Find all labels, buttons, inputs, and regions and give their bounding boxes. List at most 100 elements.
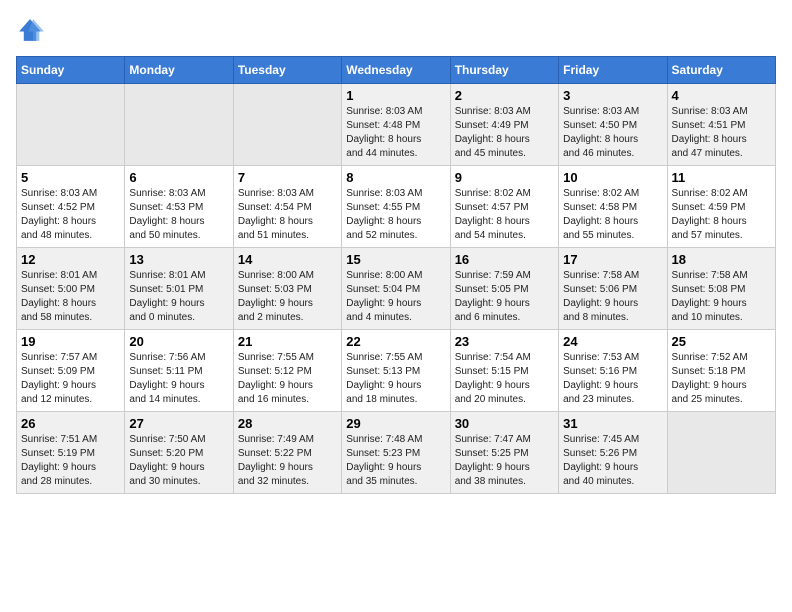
day-number: 12 bbox=[21, 252, 120, 267]
calendar-cell: 24 Sunrise: 7:53 AM Sunset: 5:16 PM Dayli… bbox=[559, 330, 667, 412]
calendar-cell: 12 Sunrise: 8:01 AM Sunset: 5:00 PM Dayli… bbox=[17, 248, 125, 330]
calendar-cell: 26 Sunrise: 7:51 AM Sunset: 5:19 PM Dayli… bbox=[17, 412, 125, 494]
day-info: Sunrise: 8:02 AM Sunset: 4:59 PM Dayligh… bbox=[672, 187, 771, 243]
day-number: 3 bbox=[563, 88, 662, 103]
day-info: Sunrise: 8:01 AM Sunset: 5:01 PM Dayligh… bbox=[129, 269, 228, 325]
day-number: 16 bbox=[455, 252, 554, 267]
calendar-cell: 23 Sunrise: 7:54 AM Sunset: 5:15 PM Dayli… bbox=[450, 330, 558, 412]
calendar-header-row: SundayMondayTuesdayWednesdayThursdayFrid… bbox=[17, 57, 776, 84]
calendar-week-row: 19 Sunrise: 7:57 AM Sunset: 5:09 PM Dayli… bbox=[17, 330, 776, 412]
day-info: Sunrise: 7:49 AM Sunset: 5:22 PM Dayligh… bbox=[238, 433, 337, 489]
day-number: 28 bbox=[238, 416, 337, 431]
calendar-cell: 5 Sunrise: 8:03 AM Sunset: 4:52 PM Daylig… bbox=[17, 166, 125, 248]
day-info: Sunrise: 7:48 AM Sunset: 5:23 PM Dayligh… bbox=[346, 433, 445, 489]
day-number: 15 bbox=[346, 252, 445, 267]
calendar-cell: 30Sunrise: 7:47 AM Sunset: 5:25 PM Dayli… bbox=[450, 412, 558, 494]
calendar-cell bbox=[17, 84, 125, 166]
logo bbox=[16, 16, 48, 44]
day-info: Sunrise: 7:50 AM Sunset: 5:20 PM Dayligh… bbox=[129, 433, 228, 489]
day-number: 18 bbox=[672, 252, 771, 267]
day-info: Sunrise: 7:53 AM Sunset: 5:16 PM Dayligh… bbox=[563, 351, 662, 407]
day-number: 11 bbox=[672, 170, 771, 185]
day-number: 25 bbox=[672, 334, 771, 349]
day-number: 9 bbox=[455, 170, 554, 185]
calendar-week-row: 12 Sunrise: 8:01 AM Sunset: 5:00 PM Dayli… bbox=[17, 248, 776, 330]
calendar-cell: 19 Sunrise: 7:57 AM Sunset: 5:09 PM Dayli… bbox=[17, 330, 125, 412]
day-number: 13 bbox=[129, 252, 228, 267]
weekday-header: Saturday bbox=[667, 57, 775, 84]
day-info: Sunrise: 7:51 AM Sunset: 5:19 PM Dayligh… bbox=[21, 433, 120, 489]
calendar-cell bbox=[233, 84, 341, 166]
day-number: 21 bbox=[238, 334, 337, 349]
calendar-cell: 11 Sunrise: 8:02 AM Sunset: 4:59 PM Dayli… bbox=[667, 166, 775, 248]
day-number: 23 bbox=[455, 334, 554, 349]
calendar-week-row: 26 Sunrise: 7:51 AM Sunset: 5:19 PM Dayli… bbox=[17, 412, 776, 494]
day-number: 8 bbox=[346, 170, 445, 185]
day-info: Sunrise: 8:03 AM Sunset: 4:54 PM Dayligh… bbox=[238, 187, 337, 243]
day-info: Sunrise: 8:00 AM Sunset: 5:03 PM Dayligh… bbox=[238, 269, 337, 325]
calendar-cell: 18 Sunrise: 7:58 AM Sunset: 5:08 PM Dayli… bbox=[667, 248, 775, 330]
calendar-cell: 21 Sunrise: 7:55 AM Sunset: 5:12 PM Dayli… bbox=[233, 330, 341, 412]
day-number: 30 bbox=[455, 416, 554, 431]
calendar-cell: 16 Sunrise: 7:59 AM Sunset: 5:05 PM Dayli… bbox=[450, 248, 558, 330]
calendar-cell: 28 Sunrise: 7:49 AM Sunset: 5:22 PM Dayli… bbox=[233, 412, 341, 494]
day-number: 27 bbox=[129, 416, 228, 431]
calendar-cell: 2Sunrise: 8:03 AM Sunset: 4:49 PM Daylig… bbox=[450, 84, 558, 166]
day-number: 10 bbox=[563, 170, 662, 185]
day-info: Sunrise: 8:03 AM Sunset: 4:49 PM Dayligh… bbox=[455, 105, 554, 161]
day-info: Sunrise: 7:45 AM Sunset: 5:26 PM Dayligh… bbox=[563, 433, 662, 489]
day-info: Sunrise: 7:59 AM Sunset: 5:05 PM Dayligh… bbox=[455, 269, 554, 325]
day-number: 6 bbox=[129, 170, 228, 185]
day-info: Sunrise: 7:54 AM Sunset: 5:15 PM Dayligh… bbox=[455, 351, 554, 407]
day-info: Sunrise: 7:52 AM Sunset: 5:18 PM Dayligh… bbox=[672, 351, 771, 407]
day-info: Sunrise: 8:03 AM Sunset: 4:53 PM Dayligh… bbox=[129, 187, 228, 243]
day-info: Sunrise: 8:01 AM Sunset: 5:00 PM Dayligh… bbox=[21, 269, 120, 325]
day-number: 17 bbox=[563, 252, 662, 267]
calendar-cell: 10 Sunrise: 8:02 AM Sunset: 4:58 PM Dayli… bbox=[559, 166, 667, 248]
calendar-week-row: 1 Sunrise: 8:03 AM Sunset: 4:48 PM Daylig… bbox=[17, 84, 776, 166]
calendar-cell: 27 Sunrise: 7:50 AM Sunset: 5:20 PM Dayli… bbox=[125, 412, 233, 494]
calendar-cell: 13 Sunrise: 8:01 AM Sunset: 5:01 PM Dayli… bbox=[125, 248, 233, 330]
calendar-cell: 22Sunrise: 7:55 AM Sunset: 5:13 PM Dayli… bbox=[342, 330, 450, 412]
day-info: Sunrise: 7:58 AM Sunset: 5:06 PM Dayligh… bbox=[563, 269, 662, 325]
day-number: 19 bbox=[21, 334, 120, 349]
day-number: 1 bbox=[346, 88, 445, 103]
calendar-cell: 20 Sunrise: 7:56 AM Sunset: 5:11 PM Dayli… bbox=[125, 330, 233, 412]
calendar-cell: 31 Sunrise: 7:45 AM Sunset: 5:26 PM Dayli… bbox=[559, 412, 667, 494]
day-info: Sunrise: 8:03 AM Sunset: 4:51 PM Dayligh… bbox=[672, 105, 771, 161]
day-info: Sunrise: 8:03 AM Sunset: 4:52 PM Dayligh… bbox=[21, 187, 120, 243]
day-number: 5 bbox=[21, 170, 120, 185]
calendar-cell: 17 Sunrise: 7:58 AM Sunset: 5:06 PM Dayli… bbox=[559, 248, 667, 330]
day-info: Sunrise: 7:55 AM Sunset: 5:12 PM Dayligh… bbox=[238, 351, 337, 407]
day-number: 24 bbox=[563, 334, 662, 349]
day-info: Sunrise: 7:56 AM Sunset: 5:11 PM Dayligh… bbox=[129, 351, 228, 407]
day-number: 20 bbox=[129, 334, 228, 349]
day-info: Sunrise: 8:02 AM Sunset: 4:57 PM Dayligh… bbox=[455, 187, 554, 243]
day-info: Sunrise: 8:02 AM Sunset: 4:58 PM Dayligh… bbox=[563, 187, 662, 243]
calendar: SundayMondayTuesdayWednesdayThursdayFrid… bbox=[16, 56, 776, 494]
day-info: Sunrise: 8:03 AM Sunset: 4:48 PM Dayligh… bbox=[346, 105, 445, 161]
calendar-cell: 9 Sunrise: 8:02 AM Sunset: 4:57 PM Daylig… bbox=[450, 166, 558, 248]
calendar-cell: 29 Sunrise: 7:48 AM Sunset: 5:23 PM Dayli… bbox=[342, 412, 450, 494]
calendar-cell: 4 Sunrise: 8:03 AM Sunset: 4:51 PM Daylig… bbox=[667, 84, 775, 166]
day-info: Sunrise: 7:58 AM Sunset: 5:08 PM Dayligh… bbox=[672, 269, 771, 325]
day-number: 4 bbox=[672, 88, 771, 103]
day-number: 22 bbox=[346, 334, 445, 349]
logo-icon bbox=[16, 16, 44, 44]
day-info: Sunrise: 7:57 AM Sunset: 5:09 PM Dayligh… bbox=[21, 351, 120, 407]
calendar-cell bbox=[125, 84, 233, 166]
calendar-week-row: 5 Sunrise: 8:03 AM Sunset: 4:52 PM Daylig… bbox=[17, 166, 776, 248]
calendar-cell: 1 Sunrise: 8:03 AM Sunset: 4:48 PM Daylig… bbox=[342, 84, 450, 166]
calendar-cell: 7 Sunrise: 8:03 AM Sunset: 4:54 PM Daylig… bbox=[233, 166, 341, 248]
calendar-cell: 3Sunrise: 8:03 AM Sunset: 4:50 PM Daylig… bbox=[559, 84, 667, 166]
weekday-header: Wednesday bbox=[342, 57, 450, 84]
page-header bbox=[16, 16, 776, 44]
day-number: 31 bbox=[563, 416, 662, 431]
calendar-cell: 15Sunrise: 8:00 AM Sunset: 5:04 PM Dayli… bbox=[342, 248, 450, 330]
calendar-cell: 25 Sunrise: 7:52 AM Sunset: 5:18 PM Dayli… bbox=[667, 330, 775, 412]
weekday-header: Tuesday bbox=[233, 57, 341, 84]
day-number: 26 bbox=[21, 416, 120, 431]
day-number: 29 bbox=[346, 416, 445, 431]
calendar-cell: 8Sunrise: 8:03 AM Sunset: 4:55 PM Daylig… bbox=[342, 166, 450, 248]
day-number: 7 bbox=[238, 170, 337, 185]
